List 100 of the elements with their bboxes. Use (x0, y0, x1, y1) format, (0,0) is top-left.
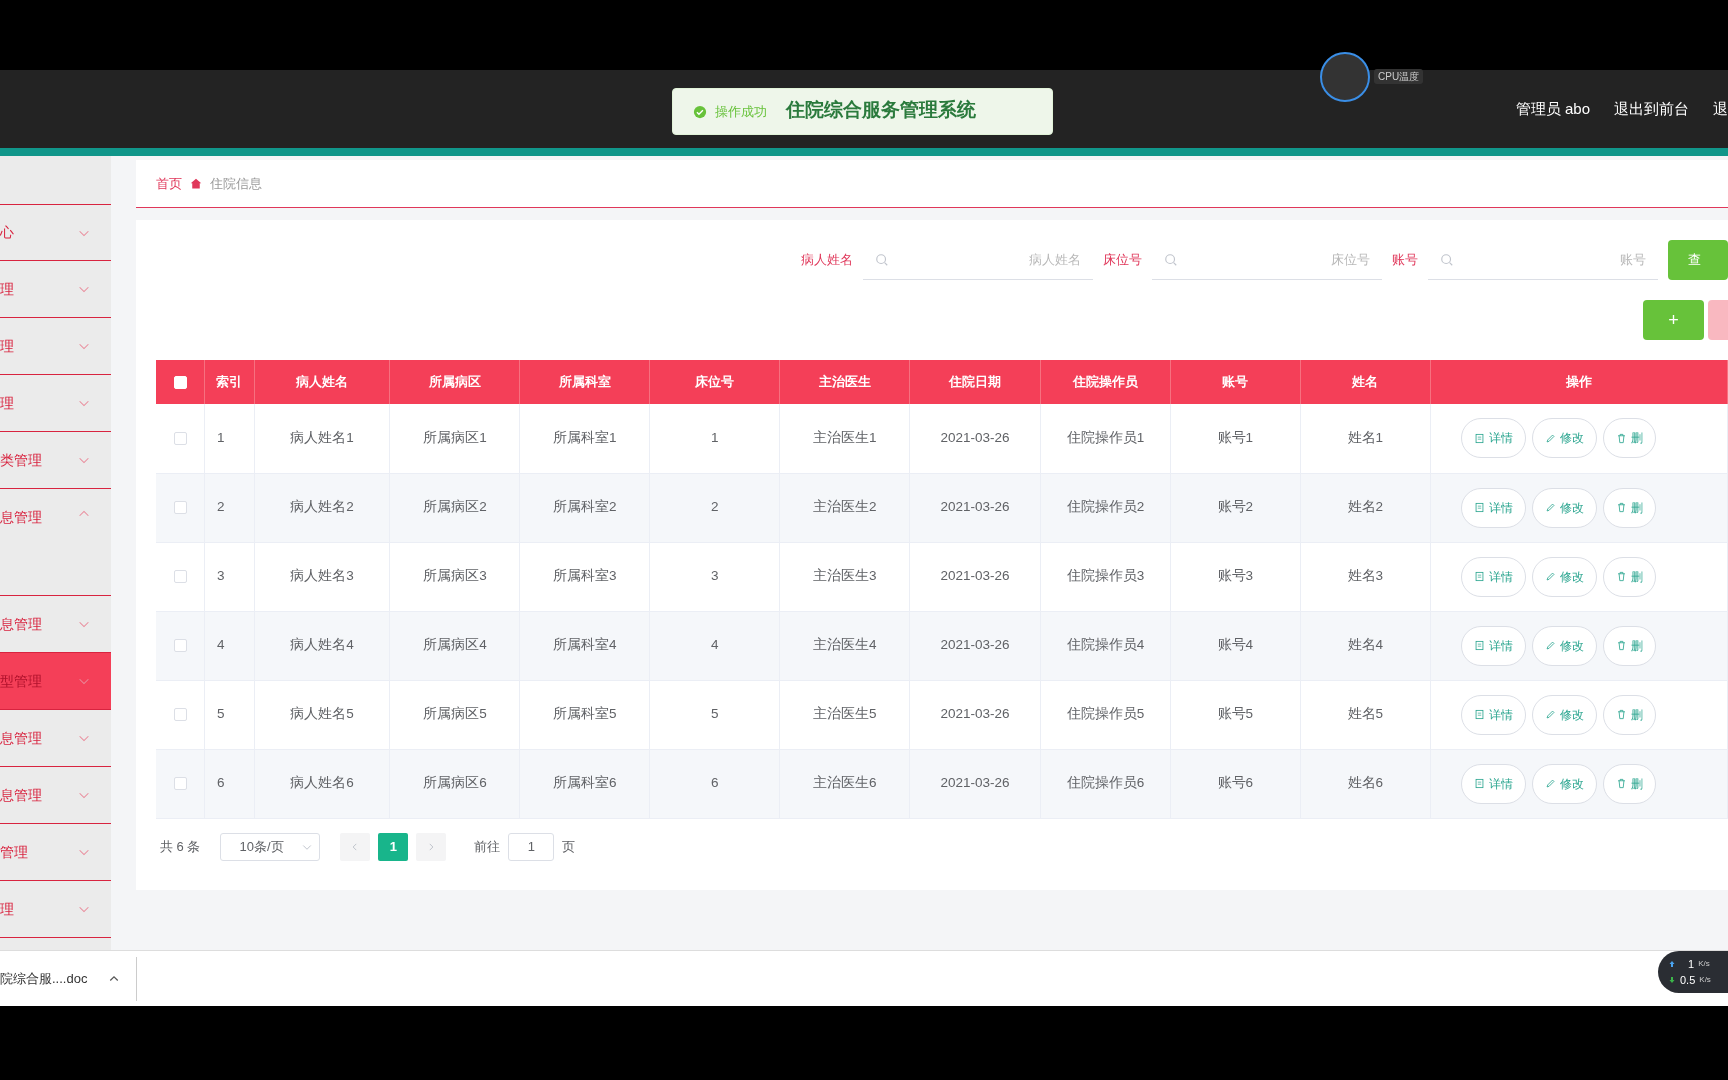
cpu-label: CPU温度 (1374, 69, 1424, 84)
table-cell: 姓名5 (1347, 706, 1384, 722)
search-field[interactable]: 账号 (1428, 240, 1658, 280)
row-action-button[interactable]: 详情 (1460, 487, 1526, 528)
row-action-button[interactable]: 删 (1602, 418, 1656, 459)
table-cell: 所属科室6 (553, 775, 617, 791)
field-label: 病人姓名 (801, 251, 853, 270)
table-cell: 所属病区6 (423, 775, 487, 791)
table-cell: 主治医生4 (812, 637, 877, 653)
document-icon (1473, 502, 1485, 513)
table-cell: 姓名4 (1347, 637, 1384, 653)
breadcrumb-current: 住院信息 (210, 174, 262, 193)
table-cell: 2021-03-26 (940, 637, 1010, 653)
row-checkbox[interactable] (173, 639, 187, 653)
row-action-button[interactable]: 删 (1602, 487, 1656, 528)
pencil-icon (1544, 502, 1556, 513)
row-checkbox[interactable] (173, 501, 187, 515)
page-size-select[interactable]: 10条/页 (220, 832, 321, 861)
previous-page-button[interactable] (340, 832, 371, 861)
column-header: 所属病区 (389, 360, 520, 404)
table-cell: 所属病区1 (423, 430, 487, 446)
row-checkbox[interactable] (173, 432, 187, 446)
row-action-button[interactable]: 详情 (1460, 418, 1526, 459)
page-number[interactable]: 1 (378, 832, 409, 861)
search-button[interactable]: 查 (1668, 240, 1728, 280)
row-action-button[interactable]: 详情 (1460, 694, 1526, 735)
breadcrumb-link[interactable]: 首页 (156, 173, 182, 194)
trash-icon (1615, 502, 1627, 513)
speed-unit: K/s (1699, 974, 1711, 987)
table-cell: 所属病区3 (423, 568, 487, 584)
table-cell: 6 (711, 775, 719, 791)
table-cell: 住院操作员6 (1066, 775, 1145, 791)
header-link[interactable]: 退出到前台 (1614, 97, 1689, 121)
column-header: 住院日期 (909, 360, 1041, 404)
goto-label: 前往 (474, 837, 501, 856)
table-cell: 3 (711, 568, 719, 584)
column-header: 主治医生 (779, 360, 910, 404)
table-cell: 账号6 (1217, 775, 1254, 791)
row-action-button[interactable]: 删 (1602, 625, 1656, 666)
search-field[interactable]: 床位号 (1152, 240, 1382, 280)
up-arrow-icon (1668, 959, 1676, 968)
download-item[interactable]: 院综合服....doc (0, 956, 137, 1001)
table-cell: 所属科室2 (553, 499, 617, 515)
trash-icon (1615, 640, 1627, 651)
row-action-button[interactable]: 删 (1602, 556, 1656, 597)
table-cell: 6 (217, 775, 225, 791)
table-cell: 住院操作员1 (1066, 430, 1145, 446)
trash-icon (1615, 709, 1627, 720)
table-cell: 3 (217, 568, 225, 584)
search-icon (1164, 252, 1178, 267)
down-arrow-icon (1668, 976, 1676, 985)
house-icon (190, 177, 202, 190)
row-action-button[interactable]: 详情 (1460, 625, 1526, 666)
row-action-button[interactable]: 修改 (1531, 418, 1597, 459)
add-button[interactable]: + (1643, 300, 1704, 340)
row-action-button[interactable]: 修改 (1531, 625, 1597, 666)
trash-icon (1615, 778, 1627, 789)
table-cell: 姓名3 (1347, 568, 1384, 584)
table-cell: 1 (217, 430, 225, 446)
table-cell: 2021-03-26 (940, 775, 1010, 791)
search-field[interactable]: 病人姓名 (863, 240, 1093, 280)
table-cell: 病人姓名6 (290, 775, 354, 791)
table-cell: 主治医生1 (812, 430, 877, 446)
table-cell: 主治医生2 (812, 499, 877, 515)
download-speed: 0.5 (1680, 973, 1696, 988)
toast-message: 操作成功 (715, 102, 767, 121)
document-icon (1473, 432, 1485, 444)
table-cell: 账号2 (1217, 499, 1254, 515)
row-action-button[interactable]: 删 (1602, 694, 1656, 735)
table-cell: 2021-03-26 (940, 568, 1010, 584)
column-header: 病人姓名 (254, 360, 390, 404)
next-page-button[interactable] (416, 832, 447, 861)
field-label: 账号 (1392, 251, 1418, 270)
column-header: 住院操作员 (1040, 360, 1171, 404)
table-cell: 5 (217, 706, 225, 722)
table-cell: 1 (711, 430, 719, 446)
pencil-icon (1544, 432, 1556, 444)
row-action-button[interactable]: 修改 (1531, 487, 1597, 528)
search-icon (1440, 252, 1454, 267)
row-checkbox[interactable] (173, 708, 187, 722)
document-icon (1473, 778, 1485, 789)
header-link[interactable]: 退 (1713, 97, 1728, 121)
column-header: 操作 (1430, 360, 1728, 404)
row-action-button[interactable]: 删 (1602, 763, 1656, 804)
row-checkbox[interactable] (173, 777, 187, 791)
table-cell: 所属科室1 (553, 430, 617, 446)
delete-button[interactable] (1708, 300, 1728, 340)
table-cell: 姓名6 (1347, 775, 1384, 791)
row-action-button[interactable]: 修改 (1531, 694, 1597, 735)
row-action-button[interactable]: 修改 (1531, 556, 1597, 597)
user-name: 管理员 abo (1515, 98, 1590, 119)
table-cell: 账号1 (1217, 430, 1254, 446)
page-input[interactable]: 1 (508, 832, 555, 861)
row-checkbox[interactable] (173, 570, 187, 584)
sidebar-item[interactable]: 型管理 (0, 653, 111, 710)
row-action-button[interactable]: 详情 (1460, 556, 1526, 597)
table-cell: 住院操作员3 (1066, 568, 1145, 584)
row-action-button[interactable]: 详情 (1460, 763, 1526, 804)
select-all-checkbox[interactable] (173, 376, 187, 390)
row-action-button[interactable]: 修改 (1531, 763, 1597, 804)
